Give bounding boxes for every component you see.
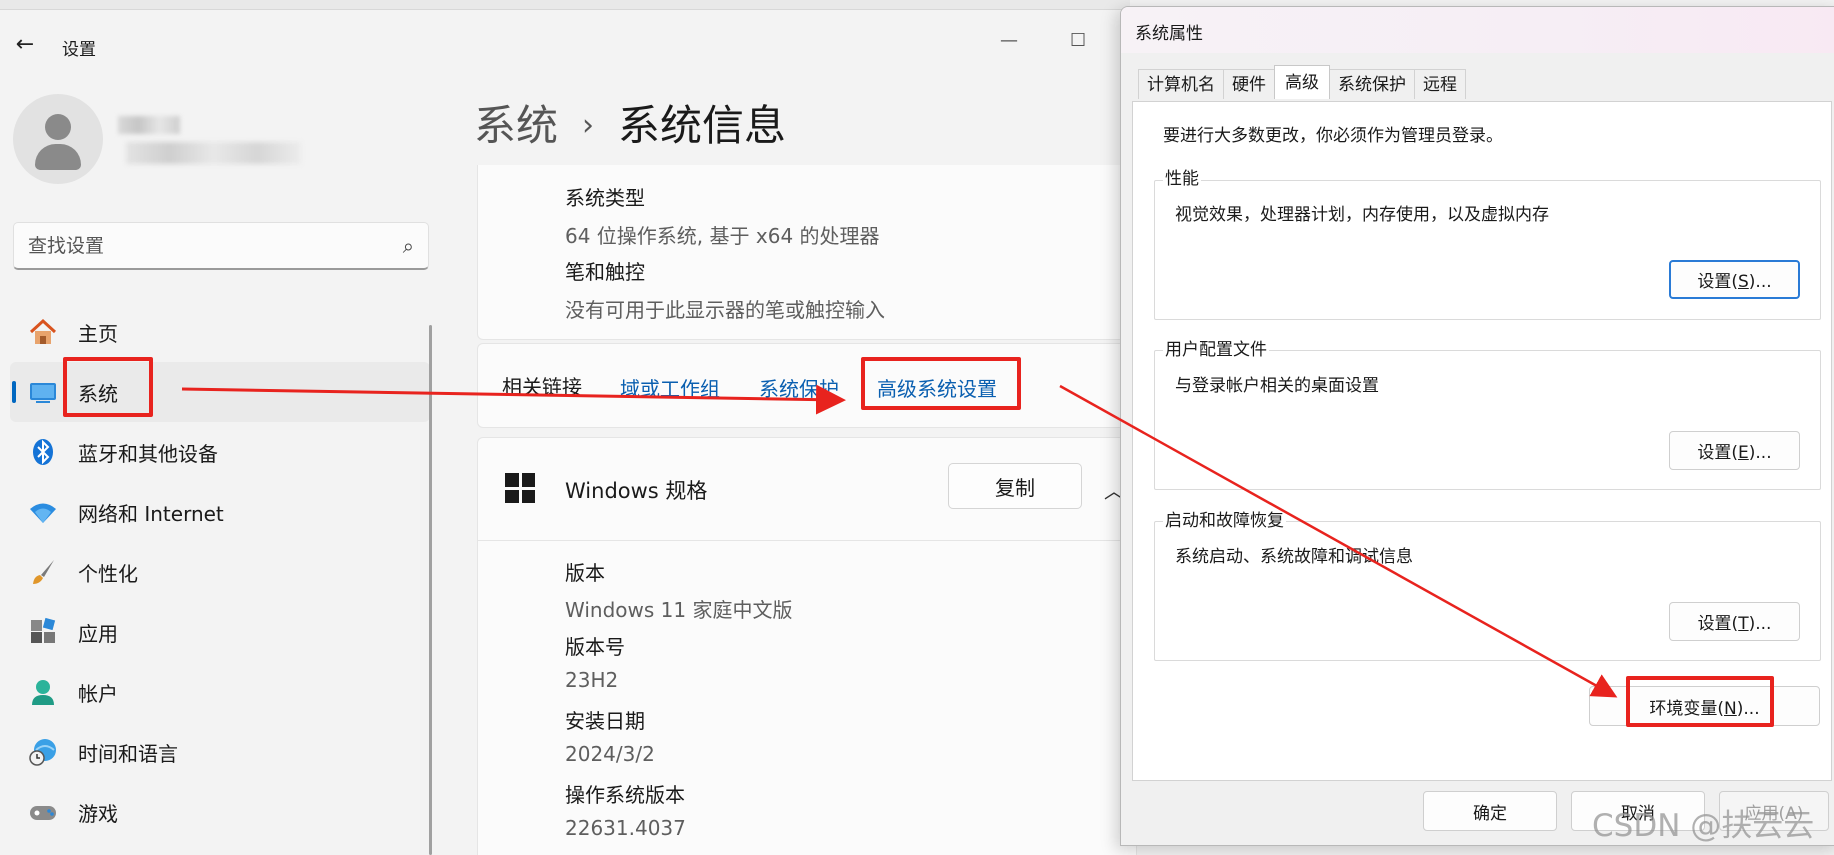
startup-recovery-desc: 系统启动、系统故障和调试信息 bbox=[1175, 547, 1413, 567]
blurred-user-name bbox=[118, 116, 180, 134]
app-title: 设置 bbox=[62, 40, 96, 60]
edition-value: Windows 11 家庭中文版 bbox=[565, 598, 793, 622]
performance-desc: 视觉效果，处理器计划，内存使用，以及虚拟内存 bbox=[1175, 205, 1549, 225]
sidebar-item-label: 应用 bbox=[78, 622, 118, 646]
highlight-system-nav bbox=[63, 357, 153, 417]
search-icon[interactable]: ⌕ bbox=[403, 234, 414, 258]
sidebar-item-time-language[interactable]: 时间和语言 bbox=[10, 722, 430, 782]
settings-titlebar: ← 设置 — ☐ bbox=[0, 20, 1130, 70]
ok-button[interactable]: 确定 bbox=[1423, 791, 1557, 831]
sidebar-item-label: 帐户 bbox=[78, 682, 118, 706]
startup-recovery-settings-button[interactable]: 设置(T)... bbox=[1669, 602, 1800, 641]
user-profiles-group-title: 用户配置文件 bbox=[1163, 335, 1269, 360]
highlight-env-button bbox=[1626, 676, 1774, 727]
tab-system-protection[interactable]: 系统保护 bbox=[1329, 69, 1415, 99]
dialog-tabs: 计算机名 硬件 高级 系统保护 远程 bbox=[1138, 65, 1466, 101]
breadcrumb-parent[interactable]: 系统 bbox=[474, 101, 558, 150]
user-profiles-desc: 与登录帐户相关的桌面设置 bbox=[1175, 376, 1379, 396]
sidebar-item-home[interactable]: 主页 bbox=[10, 302, 430, 362]
edition-label: 版本 bbox=[565, 561, 605, 585]
search-input[interactable] bbox=[28, 233, 368, 259]
install-date-label: 安装日期 bbox=[565, 709, 645, 733]
sidebar-item-gaming[interactable]: 游戏 bbox=[10, 782, 430, 842]
avatar[interactable] bbox=[13, 94, 103, 184]
gamepad-icon bbox=[27, 796, 59, 828]
apps-icon bbox=[27, 616, 59, 648]
monitor-icon bbox=[27, 376, 59, 408]
wifi-icon bbox=[27, 496, 59, 528]
os-build-label: 操作系统版本 bbox=[565, 783, 685, 807]
home-icon bbox=[27, 316, 59, 348]
domain-workgroup-link[interactable]: 域或工作组 bbox=[620, 373, 720, 402]
related-links-title: 相关链接 bbox=[502, 375, 582, 399]
dialog-titlebar[interactable]: 系统属性 bbox=[1121, 7, 1834, 53]
sidebar-item-label: 游戏 bbox=[78, 802, 118, 826]
brush-icon bbox=[27, 556, 59, 588]
sidebar-item-label: 时间和语言 bbox=[78, 742, 178, 766]
page-title: 系统信息 bbox=[618, 101, 787, 150]
tab-hardware[interactable]: 硬件 bbox=[1223, 69, 1275, 99]
startup-recovery-group-title: 启动和故障恢复 bbox=[1163, 506, 1286, 531]
bluetooth-icon bbox=[27, 436, 59, 468]
pen-touch-value: 没有可用于此显示器的笔或触控输入 bbox=[565, 298, 885, 322]
os-build-value: 22631.4037 bbox=[565, 816, 686, 840]
version-label: 版本号 bbox=[565, 635, 625, 659]
globe-clock-icon bbox=[27, 736, 59, 768]
pen-touch-label: 笔和触控 bbox=[565, 260, 645, 284]
windows-logo-icon bbox=[505, 473, 535, 503]
sidebar-item-personalization[interactable]: 个性化 bbox=[10, 542, 430, 602]
sidebar-item-label: 网络和 Internet bbox=[78, 502, 224, 526]
sidebar-item-apps[interactable]: 应用 bbox=[10, 602, 430, 662]
tab-advanced[interactable]: 高级 bbox=[1274, 65, 1330, 99]
system-protection-link[interactable]: 系统保护 bbox=[759, 373, 839, 402]
user-profiles-settings-button[interactable]: 设置(E)... bbox=[1669, 431, 1800, 470]
tab-remote[interactable]: 远程 bbox=[1414, 69, 1466, 99]
breadcrumb-separator: › bbox=[582, 108, 595, 143]
sidebar-item-label: 蓝牙和其他设备 bbox=[78, 442, 218, 466]
back-button[interactable]: ← bbox=[10, 30, 40, 60]
sidebar-item-label: 主页 bbox=[78, 322, 118, 346]
install-date-value: 2024/3/2 bbox=[565, 742, 655, 766]
sidebar-item-bluetooth[interactable]: 蓝牙和其他设备 bbox=[10, 422, 430, 482]
search-box[interactable]: ⌕ bbox=[13, 222, 429, 270]
version-value: 23H2 bbox=[565, 668, 619, 692]
highlight-advanced-link bbox=[861, 357, 1021, 410]
copy-button[interactable]: 复制 bbox=[948, 463, 1082, 509]
maximize-button[interactable]: ☐ bbox=[1070, 30, 1086, 51]
dialog-title: 系统属性 bbox=[1135, 24, 1203, 44]
sidebar-scrollbar[interactable] bbox=[429, 325, 432, 855]
watermark: CSDN @扶云云 bbox=[1592, 808, 1815, 844]
minimize-button[interactable]: — bbox=[1000, 30, 1018, 51]
tab-computer-name[interactable]: 计算机名 bbox=[1138, 69, 1224, 99]
sidebar-item-accounts[interactable]: 帐户 bbox=[10, 662, 430, 722]
blurred-user-email bbox=[126, 142, 301, 164]
admin-notice: 要进行大多数更改，你必须作为管理员登录。 bbox=[1163, 126, 1503, 146]
windows-spec-title: Windows 规格 bbox=[565, 479, 708, 503]
sidebar-item-network[interactable]: 网络和 Internet bbox=[10, 482, 430, 542]
account-icon bbox=[27, 676, 59, 708]
system-type-label: 系统类型 bbox=[565, 186, 645, 210]
performance-settings-button[interactable]: 设置(S)... bbox=[1669, 260, 1800, 299]
system-type-value: 64 位操作系统, 基于 x64 的处理器 bbox=[565, 224, 880, 248]
performance-group-title: 性能 bbox=[1163, 164, 1201, 189]
sidebar-item-label: 个性化 bbox=[78, 562, 138, 586]
breadcrumb: 系统 › 系统信息 bbox=[474, 92, 786, 153]
window-top-edge bbox=[0, 0, 1130, 10]
